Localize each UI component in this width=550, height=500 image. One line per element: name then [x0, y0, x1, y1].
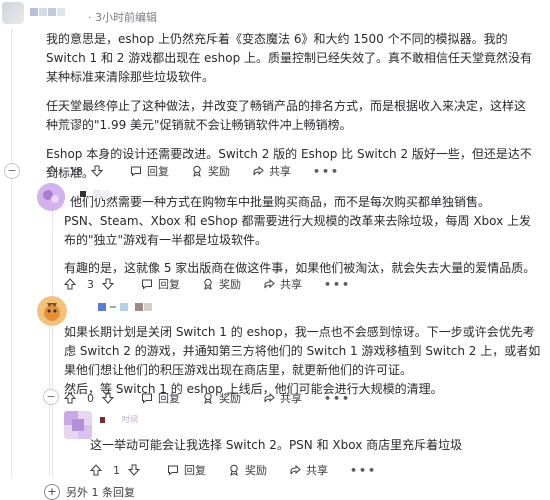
comment-body: 这一举动可能会让我选择 Switch 2。PSN 和 Xbox 商店里充斥着垃圾	[90, 436, 540, 455]
comment-body: 我的意思是，eshop 上仍然充斥着《变态魔法 6》和大约 1500 个不同的模…	[46, 30, 536, 212]
comment-actions: 1 回复 奖励 共享 •••	[90, 462, 377, 478]
comment-paragraph: 哦，他们仍然需要一种方式在购物车中批量购买商品，而不是每次购买都单独销售。	[46, 195, 491, 209]
share-icon	[264, 278, 275, 289]
reply-button[interactable]: 回复	[130, 163, 169, 179]
comment-actions: 18 回复 奖励 共享 •••	[46, 163, 340, 179]
comment-actions: 3 回复 奖励 共享 •••	[64, 276, 351, 292]
share-icon	[253, 165, 264, 176]
thread-line-root[interactable]	[11, 28, 12, 478]
award-button[interactable]: 奖励	[202, 276, 241, 292]
comment-paragraph: 任天堂最终停止了这种做法，并改变了畅销产品的排名方式，而是根据收入来决定，这样这…	[46, 99, 527, 132]
more-options-button[interactable]: •••	[324, 278, 351, 291]
timestamp: · 3小时前编辑	[88, 11, 157, 24]
share-button[interactable]: 共享	[263, 276, 302, 292]
vote-count: 1	[113, 463, 120, 477]
award-icon	[204, 392, 212, 404]
award-icon	[193, 165, 201, 177]
comment-icon	[131, 166, 141, 177]
comment-paragraph: 这一举动可能会让我选择 Switch 2。PSN 和 Xbox 商店里充斥着垃圾	[90, 438, 463, 452]
collapse-thread-button[interactable]: −	[4, 163, 20, 179]
comment-paragraph: 如果长期计划是关闭 Switch 1 的 eshop，我一点也不会感到惊讶。下一…	[64, 325, 541, 377]
vote-count: 0	[87, 391, 94, 405]
comment-icon	[142, 393, 152, 404]
user-avatar[interactable]	[64, 411, 92, 439]
username[interactable]	[30, 8, 66, 16]
vote-count: 3	[87, 277, 94, 291]
share-button[interactable]: 共享	[289, 462, 328, 478]
share-button[interactable]: 共享	[263, 390, 302, 406]
user-avatar[interactable]	[37, 296, 67, 326]
share-icon	[264, 392, 275, 403]
more-options-button[interactable]: •••	[313, 165, 340, 178]
upvote-icon[interactable]	[64, 392, 81, 404]
award-icon	[230, 464, 238, 476]
upvote-icon[interactable]	[64, 278, 81, 290]
upvote-icon[interactable]	[90, 464, 107, 476]
comment-body: PSN、Steam、Xbox 和 eShop 都需要进行大规模的改革来去除垃圾，…	[64, 212, 538, 278]
thread-line-reply[interactable]	[52, 210, 53, 478]
collapse-thread-button[interactable]: −	[43, 389, 59, 405]
vote-count: 18	[69, 164, 83, 178]
comment-icon	[168, 465, 178, 476]
username[interactable]: 吋间	[100, 414, 138, 425]
comment-paragraph: 我的意思是，eshop 上仍然充斥着《变态魔法 6》和大约 1500 个不同的模…	[46, 32, 533, 84]
award-button[interactable]: 奖励	[202, 390, 241, 406]
reply-button[interactable]: 回复	[141, 276, 180, 292]
comment-icon	[142, 279, 152, 290]
more-replies-link[interactable]: + 另外 1 条回复	[44, 484, 135, 500]
username[interactable]	[98, 303, 153, 311]
share-button[interactable]: 共享	[252, 163, 291, 179]
comment-body: 如果长期计划是关闭 Switch 1 的 eshop，我一点也不会感到惊讶。下一…	[64, 323, 544, 399]
reply-button[interactable]: 回复	[167, 462, 206, 478]
downvote-icon[interactable]	[128, 464, 145, 476]
downvote-icon[interactable]	[91, 165, 108, 177]
user-avatar[interactable]	[37, 183, 65, 211]
reply-button[interactable]: 回复	[141, 390, 180, 406]
share-icon	[290, 464, 301, 475]
award-icon	[204, 278, 212, 290]
comment-paragraph: PSN、Steam、Xbox 和 eShop 都需要进行大规模的改革来去除垃圾，…	[64, 214, 532, 247]
more-options-button[interactable]: •••	[324, 392, 351, 405]
downvote-icon[interactable]	[102, 278, 119, 290]
comment-actions: 0 回复 奖励 共享 •••	[64, 390, 351, 406]
expand-icon[interactable]: +	[44, 484, 60, 500]
award-button[interactable]: 奖励	[228, 462, 267, 478]
upvote-icon[interactable]	[46, 165, 63, 177]
user-avatar[interactable]	[2, 2, 24, 24]
downvote-icon[interactable]	[102, 392, 119, 404]
award-button[interactable]: 奖励	[191, 163, 230, 179]
username[interactable]	[80, 190, 111, 198]
more-options-button[interactable]: •••	[350, 464, 377, 477]
